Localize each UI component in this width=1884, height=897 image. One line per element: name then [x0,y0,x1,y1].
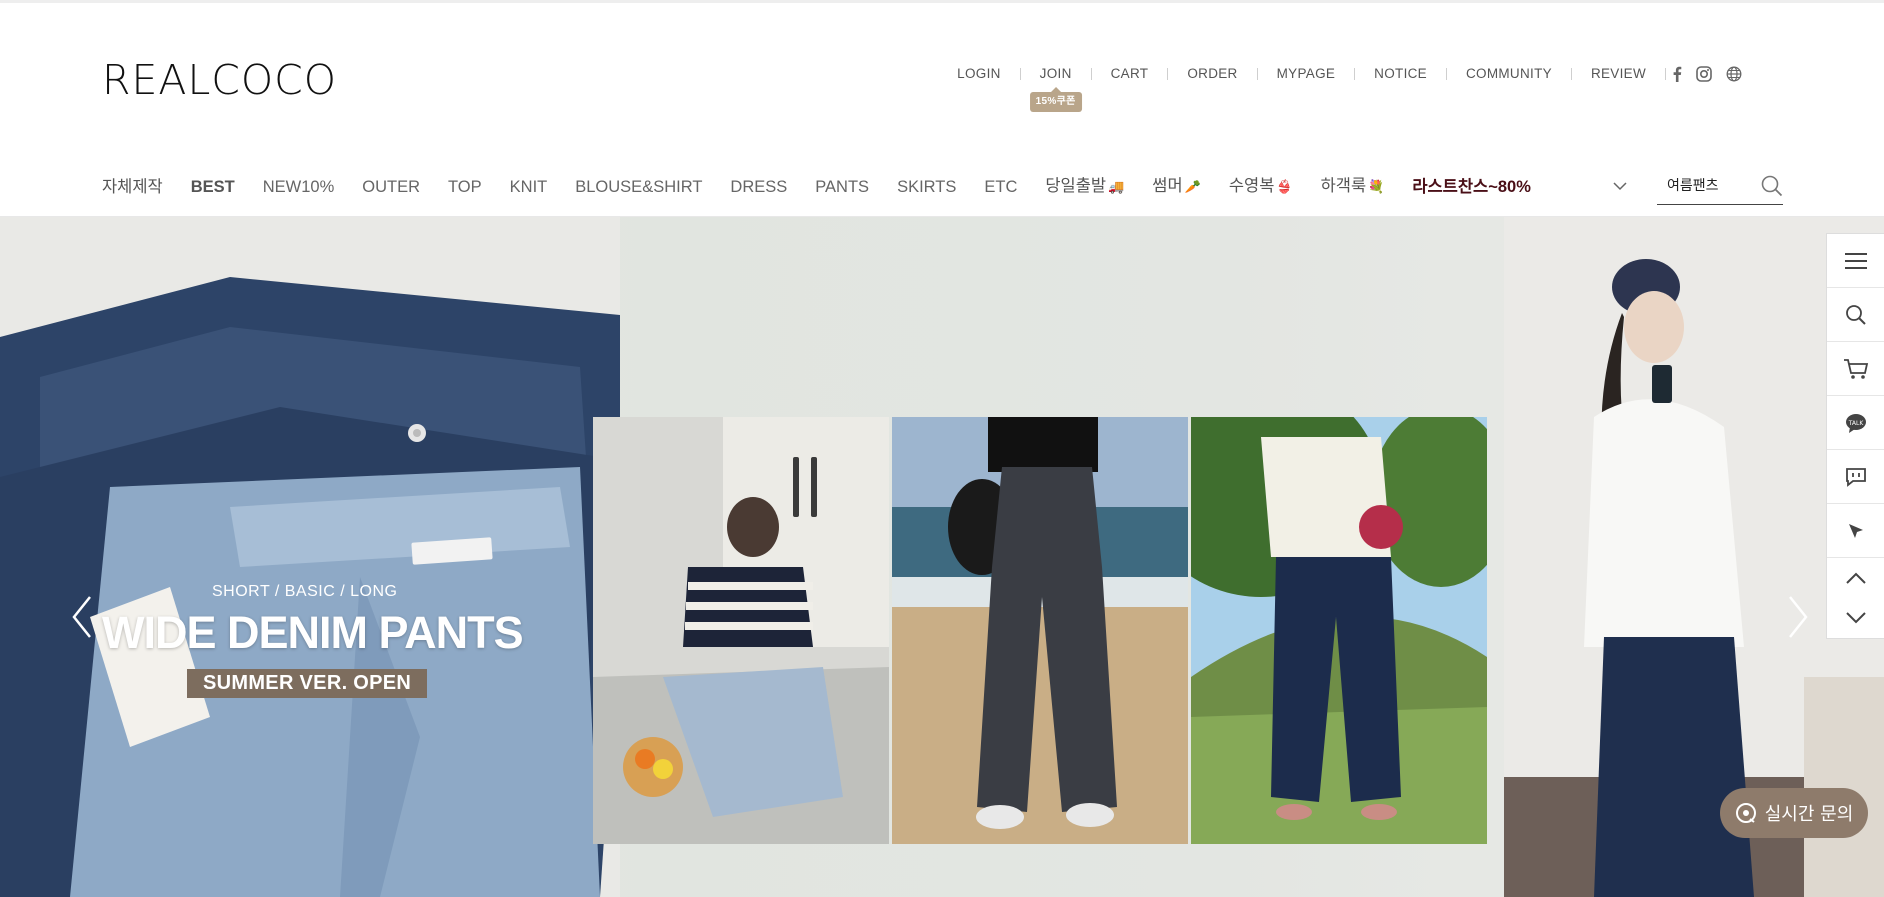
search-input[interactable] [1657,172,1757,198]
category-swimwear[interactable]: 수영복 👙 [1229,172,1293,201]
instagram-icon[interactable] [1696,66,1712,82]
notice-link[interactable]: NOTICE [1355,64,1446,84]
product-photo-striped-knit[interactable] [593,417,889,844]
category-pants[interactable]: PANTS [815,173,869,201]
cart-icon [1844,358,1869,379]
category-wedding-guest[interactable]: 하객룩 💐 [1321,172,1385,201]
category-wedding-guest-label: 하객룩 [1320,177,1367,195]
live-chat-label: 실시간 문의 [1764,804,1854,825]
category-summer[interactable]: 썸머 🥕 [1152,172,1201,201]
top-border [0,0,1884,3]
hero-subtitle: SHORT / BASIC / LONG [212,583,398,600]
join-link[interactable]: JOIN 15%쿠폰 [1021,64,1091,112]
hero-banner[interactable]: SHORT / BASIC / LONG WIDE DENIM PANTS SU… [0,217,1884,897]
truck-icon: 🚚 [1108,179,1125,194]
live-chat-button[interactable]: 실시간 문의 [1720,788,1868,838]
category-new[interactable]: NEW10% [263,173,335,201]
scroll-up-icon [1846,572,1866,584]
social-links [1672,66,1742,82]
hero-title: WIDE DENIM PANTS [102,607,524,658]
scroll-top-button[interactable] [1827,558,1884,598]
category-same-day[interactable]: 당일출발 🚚 [1045,172,1124,201]
quick-menu-button[interactable] [1827,234,1884,288]
headset-chat-icon [1735,803,1756,823]
denim-background-image [0,217,620,897]
chat-icon [1846,467,1866,487]
category-swimwear-label: 수영복 [1228,177,1275,195]
login-link[interactable]: LOGIN [938,64,1020,84]
quick-talk-button[interactable]: TALK [1827,396,1884,450]
category-dress[interactable]: DRESS [730,173,787,201]
facebook-icon[interactable] [1672,66,1682,82]
product-photo-black-wide-denim[interactable] [892,417,1188,844]
slider-next-icon[interactable] [1786,595,1810,639]
brand-logo[interactable]: REALCOCO [102,58,337,102]
menu-icon [1845,252,1867,269]
bikini-icon: 👙 [1276,179,1293,194]
category-own-production[interactable]: 자체제작 [102,173,163,201]
join-label: JOIN [1039,66,1072,81]
review-link[interactable]: REVIEW [1572,64,1665,84]
mypage-link[interactable]: MYPAGE [1258,64,1355,84]
category-skirts[interactable]: SKIRTS [897,173,956,201]
search-icon[interactable] [1761,175,1783,197]
quick-pointer-button[interactable] [1827,504,1884,558]
product-photo-dark-wide-denim[interactable] [1191,417,1487,844]
order-link[interactable]: ORDER [1168,64,1256,84]
community-link[interactable]: COMMUNITY [1447,64,1571,84]
quick-search-button[interactable] [1827,288,1884,342]
carrot-icon: 🥕 [1184,179,1201,194]
bouquet-icon: 💐 [1368,179,1385,194]
search-box [1657,172,1783,205]
utility-nav: LOGIN JOIN 15%쿠폰 CART ORDER MYPAGE NOTIC… [938,64,1742,112]
category-last-chance[interactable]: 라스트찬스~80% [1412,173,1531,201]
cart-link[interactable]: CART [1092,64,1168,84]
scroll-bottom-button[interactable] [1827,598,1884,638]
category-same-day-label: 당일출발 [1045,177,1107,195]
category-etc[interactable]: ETC [984,173,1017,201]
category-top[interactable]: TOP [448,173,482,201]
search-icon [1846,304,1866,325]
coupon-badge: 15%쿠폰 [1029,87,1082,112]
hero-tag: SUMMER VER. OPEN [187,669,428,698]
quick-menu: TALK [1826,233,1884,639]
nav-separator [1665,68,1666,80]
chevron-down-icon[interactable] [1612,178,1628,194]
quick-cart-button[interactable] [1827,342,1884,396]
category-knit[interactable]: KNIT [510,173,548,201]
cursor-icon [1849,523,1863,538]
talk-icon: TALK [1846,413,1866,433]
svg-text:TALK: TALK [1848,420,1865,427]
quick-chat-button[interactable] [1827,450,1884,504]
category-best[interactable]: BEST [191,173,235,201]
category-outer[interactable]: OUTER [362,173,420,201]
category-blouse-shirt[interactable]: BLOUSE&SHIRT [575,173,702,201]
globe-icon[interactable] [1726,66,1742,82]
scroll-down-icon [1846,612,1866,624]
category-nav: 자체제작 BEST NEW10% OUTER TOP KNIT BLOUSE&S… [102,172,1559,201]
slider-prev-icon[interactable] [70,595,94,639]
category-summer-label: 썸머 [1152,177,1183,195]
